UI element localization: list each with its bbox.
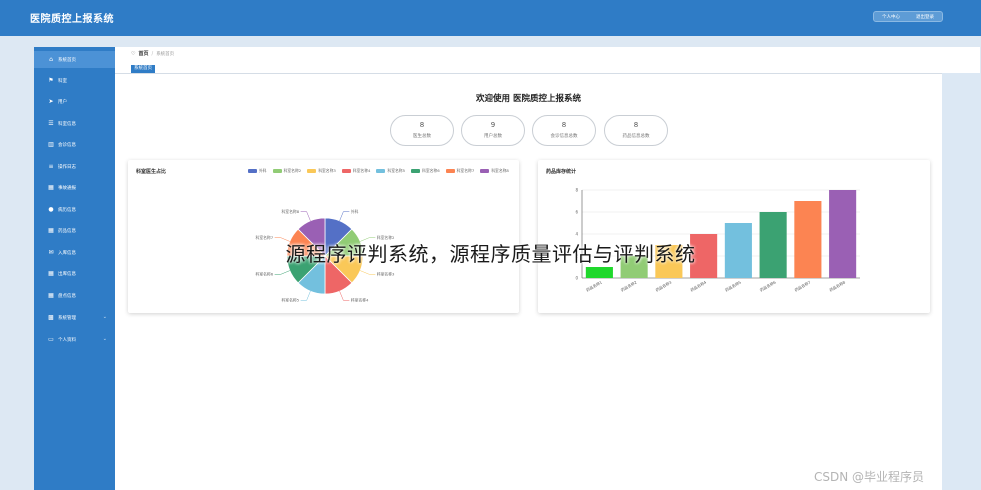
x-tick-label: 药品名称5 [724,279,742,292]
tab-home[interactable]: 系统首页 [131,65,155,73]
pie-label-line [274,270,290,275]
x-tick-label: 药品名称4 [689,279,707,292]
stat-label: 药品信息总数 [622,134,650,139]
bar[interactable] [585,267,613,278]
welcome-heading: 欢迎使用 医院质控上报系统 [476,94,581,104]
sidebar-item-users[interactable]: ➤ 用户 [34,93,115,110]
y-tick-label: 6 [575,209,578,214]
sidebar-item-incident[interactable]: ▦ 事故通报 [34,179,115,196]
sidebar-item-oplog[interactable]: ≡ 操作日志 [34,158,115,175]
chevron-down-icon: ⌄ [102,314,107,320]
sidebar-item-consultation[interactable]: ▥ 会诊信息 [34,136,115,153]
apps-icon: ▩ [48,314,54,321]
x-tick-label: 药品名称1 [585,279,603,292]
stat-value: 8 [561,121,567,129]
pie-label-line [300,211,311,221]
stat-card-doctors: 8 医生总数 [390,115,454,146]
sidebar-item-system[interactable]: ▩ 系统管理 ⌄ [34,309,115,326]
chart-icon: ▥ [48,141,54,148]
breadcrumb-home[interactable]: 首页 [138,50,148,57]
breadcrumb: ♡ 首页 / 系统首页 [131,50,175,58]
chevron-down-icon: ⌄ [102,336,107,342]
stat-label: 会诊信息总数 [550,134,578,139]
pie-slice-label: 科室名称4 [351,298,369,303]
sidebar-item-records[interactable]: ● 病历信息 [34,201,115,218]
send-icon: ➤ [48,98,54,105]
bar-chart-panel: 药品库存统计 0 2 4 6 8 药品名称1 药品名称2 药品名称3 药品名称4 药品名称5 药品名… [538,160,930,313]
stat-label: 用户总数 [484,134,502,139]
pie-label-line [300,291,311,301]
pie-slice-label: 科室名称8 [282,209,300,214]
user-menu[interactable]: 个人中心 退出登录 [873,11,943,22]
x-tick-label: 药品名称6 [759,279,777,292]
stat-label: 医生总数 [413,134,431,139]
pie-slice-label: 科室名称6 [256,272,274,277]
sidebar-item-department[interactable]: ⚑ 科室 [34,72,115,89]
sidebar-item-home[interactable]: ⌂ 系统首页 [34,51,115,68]
pie-chart-panel: 科室医生占比 外科 科室名称2 科室名称3 科室名称4 科室名称5 科室名称6 科室名称7 科… [128,160,519,313]
card-icon: ▭ [48,336,54,343]
sidebar: ⌂ 系统首页 ⚑ 科室 ➤ 用户 ☰ 科室信息 ▥ 会诊信息 ≡ 操作日志 ▦ … [34,47,115,490]
top-header: 医院质控上报系统 个人中心 退出登录 [0,0,981,36]
app-title: 医院质控上报系统 [30,14,114,25]
home-icon: ⌂ [49,56,53,63]
y-tick-label: 4 [575,231,578,236]
stat-card-users: 9 用户总数 [461,115,525,146]
right-gutter [942,73,981,490]
y-tick-label: 0 [575,275,578,280]
sidebar-item-profile[interactable]: ▭ 个人资料 ⌄ [34,331,115,348]
pie-slice-label: 科室名称3 [377,272,395,277]
overlay-caption: 源程序评判系统，源程序质量评估与评判系统 [285,242,696,266]
x-tick-label: 药品名称7 [794,279,812,292]
stat-card-consultations: 8 会诊信息总数 [532,115,596,146]
pie-label-line [339,211,350,221]
grid-icon: ▦ [48,270,54,277]
pie-slice-label: 科室名称5 [282,298,300,303]
pie-label-line [360,270,376,275]
x-tick-label: 药品名称2 [620,279,638,292]
sidebar-item-drugs[interactable]: ▦ 药品信息 [34,222,115,239]
x-tick-label: 药品名称3 [655,279,673,292]
grid-icon: ▦ [48,184,54,191]
sidebar-item-outbound[interactable]: ▦ 出库信息 [34,265,115,282]
breadcrumb-current: 系统首页 [156,51,175,57]
pie-label-line [339,291,350,301]
logout-link[interactable]: 退出登录 [916,14,934,20]
breadcrumb-separator: / [151,50,154,57]
grid-icon: ▦ [48,227,54,234]
user-center-link[interactable]: 个人中心 [882,14,900,20]
pin-icon: ● [48,206,54,213]
list-icon: ☰ [48,120,54,127]
sidebar-item-inventory[interactable]: ▦ 盘点信息 [34,287,115,304]
stat-value: 8 [419,121,425,129]
bar-chart: 02468药品名称1 药品名称2 药品名称3 药品名称4 药品名称5 药品名称6 药品名称7… [575,187,860,293]
heart-icon: ♡ [131,50,136,57]
log-icon: ≡ [48,163,54,170]
tab-divider [115,73,942,74]
sidebar-item-department-info[interactable]: ☰ 科室信息 [34,115,115,132]
grid-icon: ▦ [48,292,54,299]
pie-slice-label: 外科 [351,209,359,214]
stat-card-drugs: 8 药品信息总数 [604,115,668,146]
stat-value: 9 [490,121,496,129]
y-tick-label: 8 [575,187,578,192]
flag-icon: ⚑ [48,77,54,84]
pie-chart: 外科科室名称2科室名称3科室名称4科室名称5科室名称6科室名称7科室名称8 [256,209,395,303]
stat-value: 8 [633,121,639,129]
csdn-watermark: CSDN @毕业程序员 [814,470,925,484]
x-tick-label: 药品名称8 [828,279,846,292]
